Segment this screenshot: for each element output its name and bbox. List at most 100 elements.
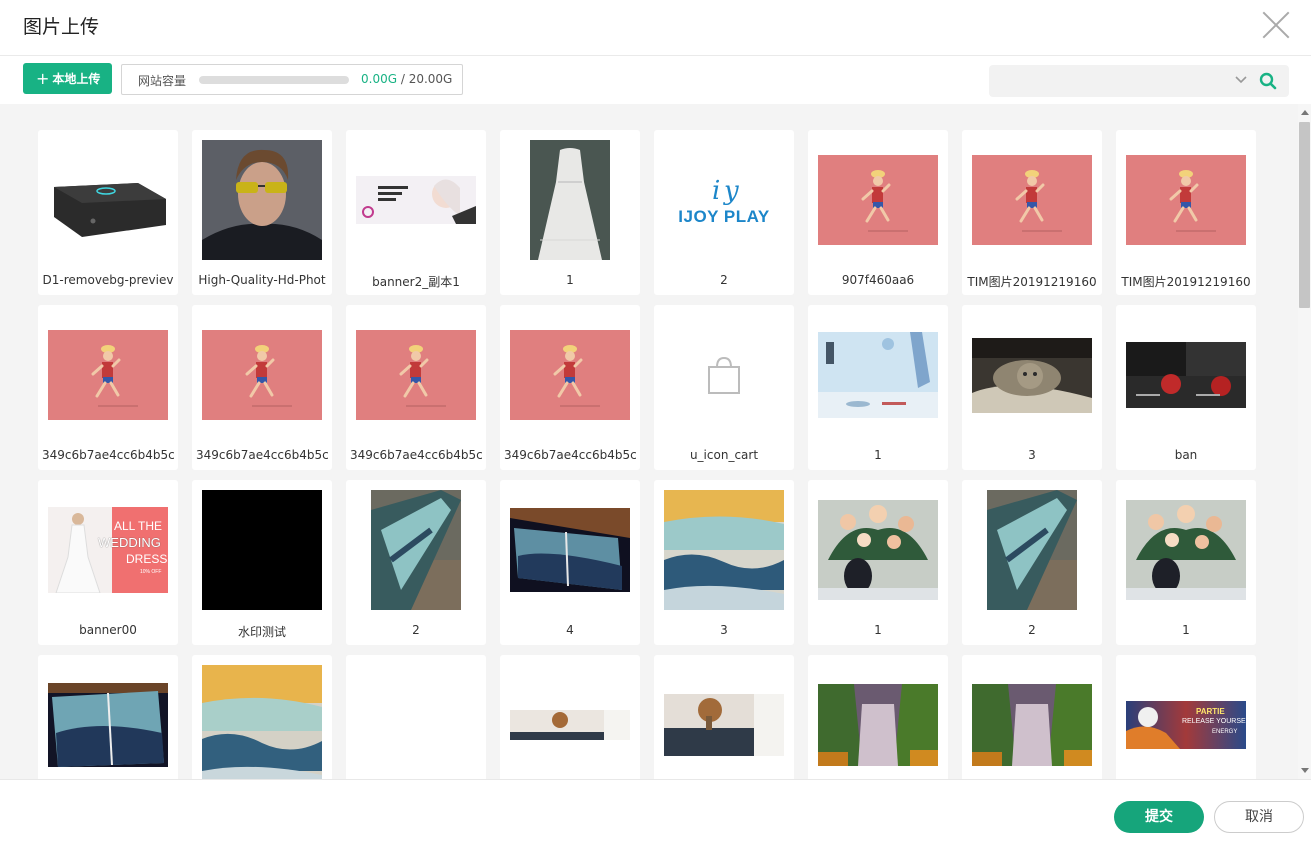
capacity-separator: / xyxy=(397,72,409,86)
image-card[interactable]: 349c6b7ae4cc6b4b5ct xyxy=(500,305,640,470)
image-thumbnail[interactable] xyxy=(48,315,168,435)
wedding-text-line-3: DRESS xyxy=(126,552,168,566)
image-card[interactable] xyxy=(500,655,640,779)
image-card[interactable] xyxy=(808,655,948,779)
image-thumbnail[interactable] xyxy=(1126,490,1246,610)
image-filename: 3 xyxy=(720,623,728,637)
image-thumbnail[interactable] xyxy=(818,665,938,779)
scrollbar-thumb[interactable] xyxy=(1299,122,1310,308)
image-thumbnail[interactable]: ALL THE WEDDING DRESS 10% OFF xyxy=(48,490,168,610)
capacity-progress-bar xyxy=(199,76,349,84)
image-thumbnail[interactable] xyxy=(1126,140,1246,260)
image-card[interactable]: TIM图片20191219160 xyxy=(1116,130,1256,295)
image-card[interactable] xyxy=(962,655,1102,779)
image-filename: D1-removebg-previev xyxy=(42,273,174,287)
search-icon[interactable] xyxy=(1259,72,1277,90)
image-filename: TIM图片20191219160 xyxy=(1121,275,1251,289)
image-thumbnail[interactable] xyxy=(202,665,322,779)
image-card[interactable]: i y IJOY PLAY 2 xyxy=(654,130,794,295)
chevron-down-icon[interactable] xyxy=(1234,73,1248,87)
image-card[interactable]: ALL THE WEDDING DRESS 10% OFF banner00 xyxy=(38,480,178,645)
image-card[interactable]: 1 xyxy=(500,130,640,295)
image-thumbnail[interactable] xyxy=(202,490,322,610)
image-thumbnail[interactable] xyxy=(510,665,630,779)
image-thumbnail[interactable] xyxy=(818,490,938,610)
image-filename: 3 xyxy=(1028,448,1036,462)
svg-text:y: y xyxy=(723,176,739,206)
image-card[interactable] xyxy=(346,655,486,779)
scroll-down-icon[interactable] xyxy=(1301,768,1309,773)
image-card[interactable]: 1 xyxy=(808,480,948,645)
image-thumbnail[interactable] xyxy=(818,140,938,260)
image-card[interactable]: 2 xyxy=(962,480,1102,645)
image-thumbnail[interactable] xyxy=(972,490,1092,610)
image-card[interactable]: banner2_副本1 xyxy=(346,130,486,295)
image-filename: 349c6b7ae4cc6b4b5ct xyxy=(504,448,636,462)
local-upload-button[interactable]: + 本地上传 xyxy=(23,63,112,94)
image-thumbnail[interactable] xyxy=(202,140,322,260)
image-thumbnail[interactable] xyxy=(356,665,476,779)
image-thumbnail[interactable] xyxy=(664,490,784,610)
image-card[interactable] xyxy=(192,655,332,779)
image-card[interactable] xyxy=(654,655,794,779)
storage-capacity: 网站容量 0.00G / 20.00G xyxy=(121,64,463,95)
capacity-label: 网站容量 xyxy=(138,74,187,88)
image-card[interactable]: 1 xyxy=(1116,480,1256,645)
image-card[interactable]: ban xyxy=(1116,305,1256,470)
image-card[interactable]: 349c6b7ae4cc6b4b5ct xyxy=(192,305,332,470)
image-thumbnail[interactable] xyxy=(818,315,938,435)
image-filename: High-Quality-Hd-Phot xyxy=(198,273,326,287)
close-icon[interactable] xyxy=(1262,11,1290,39)
image-thumbnail[interactable] xyxy=(1126,315,1246,435)
image-thumbnail[interactable] xyxy=(356,315,476,435)
image-card[interactable]: 3 xyxy=(962,305,1102,470)
cancel-button[interactable]: 取消 xyxy=(1214,801,1304,833)
image-card[interactable]: 2 xyxy=(346,480,486,645)
image-thumbnail[interactable] xyxy=(664,665,784,779)
image-card[interactable]: 水印测试 xyxy=(192,480,332,645)
image-thumbnail[interactable] xyxy=(972,665,1092,779)
image-thumbnail[interactable] xyxy=(664,315,784,435)
image-thumbnail[interactable] xyxy=(972,140,1092,260)
image-card[interactable]: 349c6b7ae4cc6b4b5ct xyxy=(38,305,178,470)
image-thumbnail[interactable] xyxy=(48,665,168,779)
image-card[interactable]: TIM图片20191219160 xyxy=(962,130,1102,295)
image-filename: 2 xyxy=(412,623,420,637)
wedding-text-line-4: 10% OFF xyxy=(140,569,162,575)
image-card[interactable]: u_icon_cart xyxy=(654,305,794,470)
image-card[interactable]: PARTIE RELEASE YOURSELF ENERGY xyxy=(1116,655,1256,779)
image-thumbnail[interactable]: PARTIE RELEASE YOURSELF ENERGY xyxy=(1126,665,1246,779)
svg-text:i: i xyxy=(712,176,720,206)
dialog-footer: 提交 取消 xyxy=(0,779,1311,843)
image-thumbnail[interactable] xyxy=(972,315,1092,435)
image-filename: 349c6b7ae4cc6b4b5ct xyxy=(196,448,328,462)
image-filename: 1 xyxy=(1182,623,1190,637)
image-card[interactable]: D1-removebg-previev xyxy=(38,130,178,295)
submit-button[interactable]: 提交 xyxy=(1114,801,1204,833)
image-card[interactable]: 907f460aa6 xyxy=(808,130,948,295)
image-thumbnail[interactable] xyxy=(510,315,630,435)
vertical-scrollbar[interactable] xyxy=(1298,104,1311,779)
image-thumbnail[interactable] xyxy=(356,490,476,610)
image-thumbnail[interactable] xyxy=(202,315,322,435)
image-card[interactable] xyxy=(38,655,178,779)
local-upload-label: 本地上传 xyxy=(52,72,101,86)
image-card[interactable]: 1 xyxy=(808,305,948,470)
brand-logo: i y IJOY PLAY xyxy=(664,173,784,227)
image-card[interactable]: High-Quality-Hd-Phot xyxy=(192,130,332,295)
image-thumbnail[interactable] xyxy=(510,140,630,260)
image-thumbnail[interactable] xyxy=(48,140,168,260)
scroll-up-icon[interactable] xyxy=(1301,110,1309,115)
image-filename: 4 xyxy=(566,623,574,637)
capacity-total: 20.00G xyxy=(408,72,453,86)
image-card[interactable]: 349c6b7ae4cc6b4b5ct xyxy=(346,305,486,470)
image-thumbnail[interactable] xyxy=(510,490,630,610)
image-card[interactable]: 3 xyxy=(654,480,794,645)
image-thumbnail[interactable] xyxy=(356,140,476,260)
banner-text-line-2: RELEASE YOURSELF xyxy=(1182,718,1246,725)
wedding-text-line-1: ALL THE xyxy=(114,519,163,533)
image-filename: 1 xyxy=(566,273,574,287)
image-thumbnail[interactable]: i y IJOY PLAY xyxy=(664,140,784,260)
image-card[interactable]: 4 xyxy=(500,480,640,645)
search-box[interactable] xyxy=(989,65,1289,97)
